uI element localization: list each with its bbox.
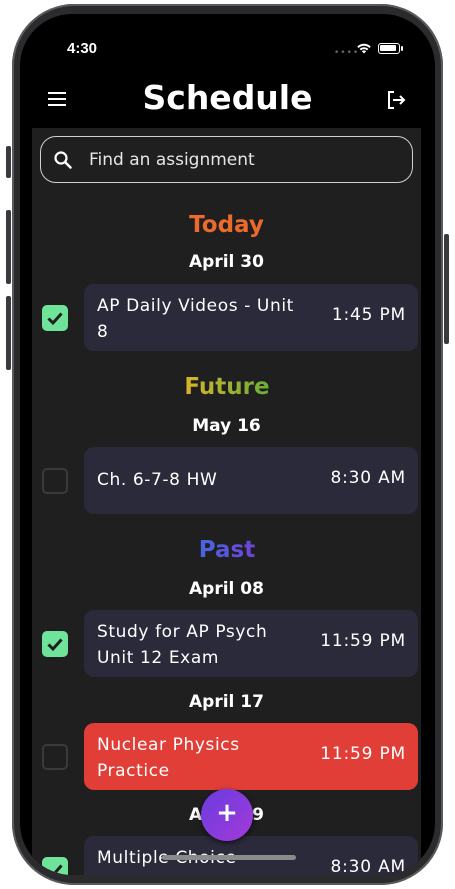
incomplete-checkbox[interactable] xyxy=(42,744,68,770)
assignment-row: Nuclear Physics Practice 11:59 PM xyxy=(32,723,421,790)
assignment-title: AP Daily Videos - Unit 8 xyxy=(97,296,294,342)
checkmark-icon xyxy=(47,638,63,652)
assignment-title: Nuclear Physics Practice xyxy=(97,735,240,781)
assignment-time: 8:30 AM xyxy=(330,857,406,875)
notch xyxy=(138,14,318,46)
assignment-title: Study for AP Psych Unit 12 Exam xyxy=(97,622,268,668)
completed-checkbox[interactable] xyxy=(42,631,68,657)
assignment-row: Ch. 6-7-8 HW 8:30 AM xyxy=(32,447,421,514)
incomplete-checkbox[interactable] xyxy=(42,468,68,494)
date-heading: April 08 xyxy=(189,579,264,599)
home-indicator[interactable] xyxy=(162,855,296,860)
volume-up-button xyxy=(6,210,11,284)
assignment-time: 11:59 PM xyxy=(320,744,406,764)
battery-tip xyxy=(401,46,403,51)
assignment-card[interactable]: Study for AP Psych Unit 12 Exam 11:59 PM xyxy=(84,610,418,677)
assignment-time: 1:45 PM xyxy=(331,305,406,325)
assignment-time: 8:30 AM xyxy=(330,468,406,488)
search-input[interactable]: Find an assignment xyxy=(40,136,413,183)
completed-checkbox[interactable] xyxy=(42,305,68,331)
date-heading: April 17 xyxy=(189,692,264,712)
checkmark-icon xyxy=(47,864,63,875)
volume-down-button xyxy=(6,296,11,370)
schedule-list[interactable]: Find an assignment Today April 30 AP Dai… xyxy=(32,128,421,875)
assignment-card[interactable]: AP Daily Videos - Unit 8 1:45 PM xyxy=(84,284,418,351)
assignment-time: 11:59 PM xyxy=(320,631,406,651)
assignment-row: Study for AP Psych Unit 12 Exam 11:59 PM xyxy=(32,610,421,677)
wifi-icon xyxy=(357,43,371,54)
date-heading: April 30 xyxy=(189,252,264,272)
checkmark-icon xyxy=(47,312,63,326)
page-title: Schedule xyxy=(142,78,313,117)
plus-icon: + xyxy=(216,798,238,828)
search-placeholder: Find an assignment xyxy=(89,150,255,170)
completed-checkbox[interactable] xyxy=(42,857,68,875)
power-button xyxy=(444,234,449,344)
app-bar: Schedule xyxy=(20,70,435,128)
status-time: 4:30 xyxy=(67,40,98,57)
battery-icon xyxy=(378,43,400,54)
date-heading: May 16 xyxy=(192,416,261,436)
status-bar: 4:30 •••• xyxy=(20,14,435,68)
assignment-card[interactable]: Ch. 6-7-8 HW 8:30 AM xyxy=(84,447,418,514)
logout-icon[interactable] xyxy=(384,88,408,112)
add-assignment-button[interactable]: + xyxy=(201,789,253,841)
section-past-label: Past xyxy=(187,537,267,563)
mute-switch xyxy=(6,146,11,178)
search-icon xyxy=(54,151,72,169)
assignment-row: AP Daily Videos - Unit 8 1:45 PM xyxy=(32,284,421,351)
screen: 4:30 •••• Schedule Find an assignment To… xyxy=(20,14,435,875)
section-future-label: Future xyxy=(177,374,277,400)
overdue-assignment-card[interactable]: Nuclear Physics Practice 11:59 PM xyxy=(84,723,418,790)
assignment-title: Ch. 6-7-8 HW xyxy=(97,470,218,490)
section-today-label: Today xyxy=(189,212,264,238)
